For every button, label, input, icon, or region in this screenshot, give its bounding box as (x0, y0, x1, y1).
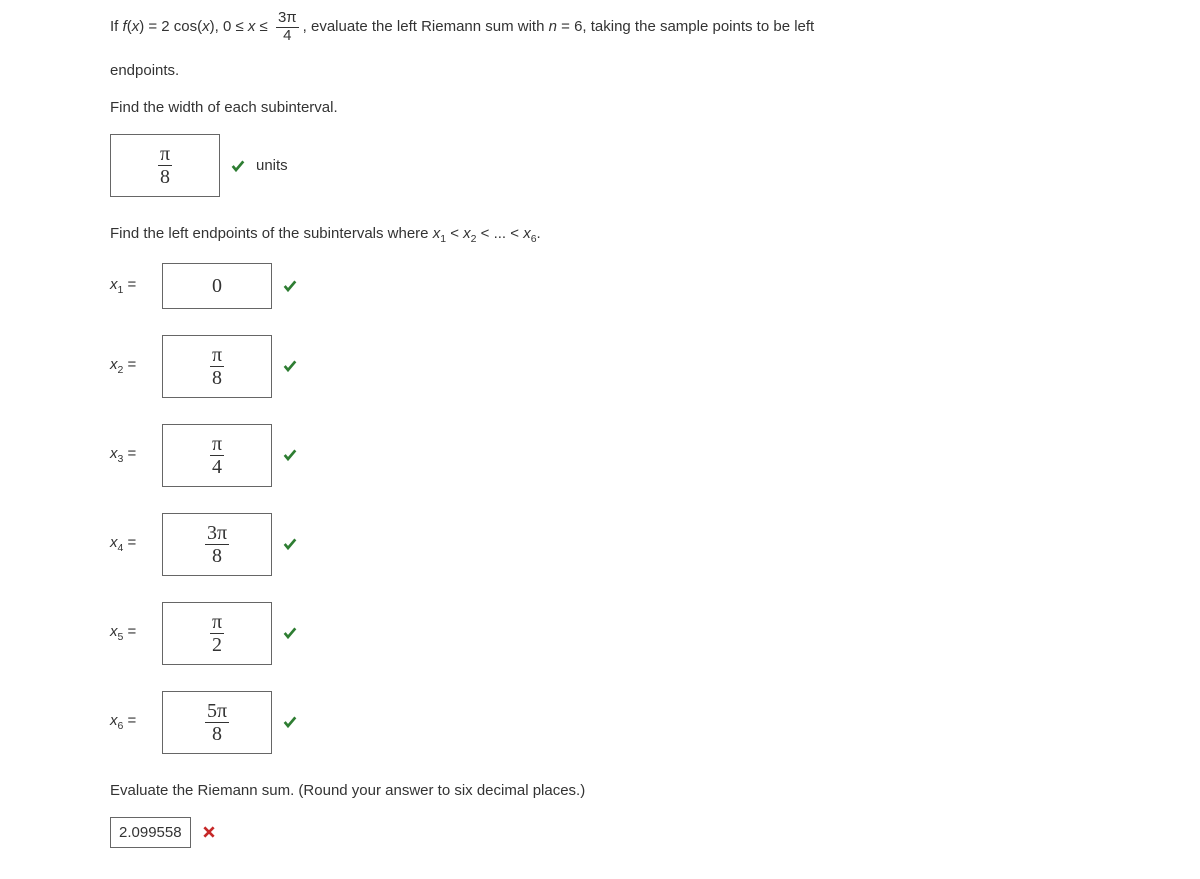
check-icon (282, 447, 298, 463)
endpoint-row-4: x4 = 3π8 (110, 513, 1090, 576)
endpoint-label-3: x3 = (110, 443, 152, 467)
check-icon (282, 714, 298, 730)
endpoint-label-2: x2 = (110, 354, 152, 378)
endpoint-row-3: x3 = π4 (110, 424, 1090, 487)
endpoint-row-1: x1 = 0 (110, 263, 1090, 309)
endpoint-input-3[interactable]: π4 (162, 424, 272, 487)
endpoint-input-4[interactable]: 3π8 (162, 513, 272, 576)
units-label: units (256, 155, 288, 176)
question-line5: Evaluate the Riemann sum. (Round your an… (110, 780, 1090, 801)
question-line3: Find the width of each subinterval. (110, 97, 1090, 118)
endpoint-row-6: x6 = 5π8 (110, 691, 1090, 754)
question-line4: Find the left endpoints of the subinterv… (110, 223, 1090, 247)
endpoint-label-5: x5 = (110, 621, 152, 645)
endpoint-row-2: x2 = π8 (110, 335, 1090, 398)
cross-icon (201, 824, 217, 840)
endpoint-input-6[interactable]: 5π8 (162, 691, 272, 754)
endpoint-label-6: x6 = (110, 710, 152, 734)
check-icon (282, 625, 298, 641)
check-icon (282, 536, 298, 552)
width-row: π8 units (110, 134, 1090, 197)
check-icon (282, 358, 298, 374)
check-icon (282, 278, 298, 294)
final-row: 2.099558 (110, 817, 1090, 848)
check-icon (230, 158, 246, 174)
endpoint-input-5[interactable]: π2 (162, 602, 272, 665)
endpoint-label-4: x4 = (110, 532, 152, 556)
question-line1: If f(x) = 2 cos(x), 0 ≤ x ≤ 3π4, evaluat… (110, 10, 1090, 44)
endpoint-row-5: x5 = π2 (110, 602, 1090, 665)
endpoint-input-1[interactable]: 0 (162, 263, 272, 309)
final-answer-input[interactable]: 2.099558 (110, 817, 191, 848)
endpoint-input-2[interactable]: π8 (162, 335, 272, 398)
width-input[interactable]: π8 (110, 134, 220, 197)
question-line2: endpoints. (110, 60, 1090, 81)
endpoint-label-1: x1 = (110, 274, 152, 298)
